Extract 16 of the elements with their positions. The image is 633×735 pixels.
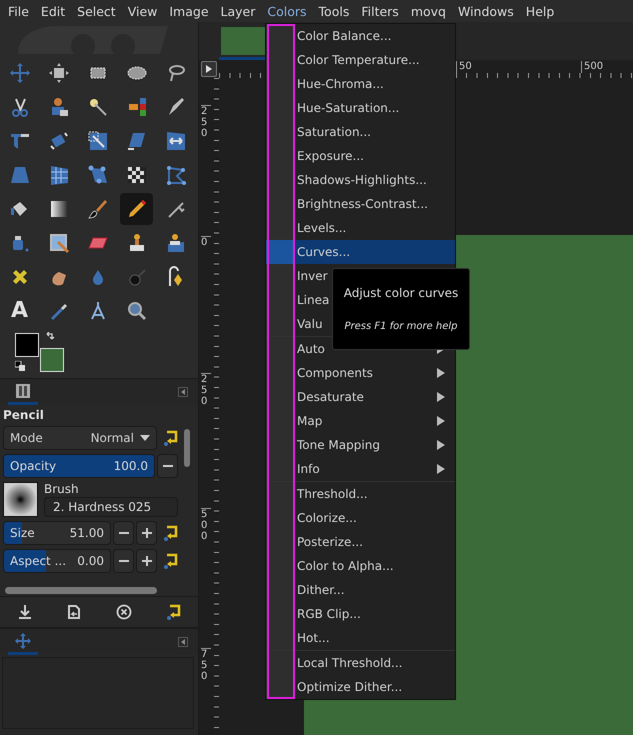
ruler-label: 0 <box>201 236 211 248</box>
slider-value: 0.00 <box>77 554 104 568</box>
ruler-label: 250 <box>201 105 211 139</box>
ruler-label: 750 <box>201 648 211 682</box>
tool-name: Pencil <box>3 408 45 422</box>
slider-label: Opacity <box>10 459 56 473</box>
brush-label: Brush <box>44 482 80 496</box>
ruler-label: 500 <box>201 508 211 542</box>
tooltip-title: Adjust color curves <box>344 286 458 300</box>
tooltip-hint: Press F1 for more help <box>344 321 458 332</box>
ruler-label: 500 <box>581 61 604 73</box>
slider-value: 51.00 <box>70 526 104 540</box>
slider-value: 100.0 <box>114 459 148 473</box>
slider-label: Aspect ... <box>10 554 66 568</box>
slider-label: Size <box>10 526 35 540</box>
ruler-label: 250 <box>201 373 211 407</box>
